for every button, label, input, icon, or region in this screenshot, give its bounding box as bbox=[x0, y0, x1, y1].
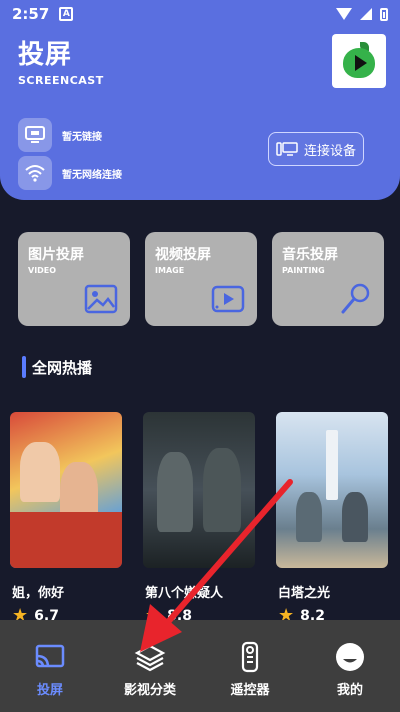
feature-cards: 图片投屏 VIDEO 视频投屏 IMAGE 音乐投屏 PAINTING bbox=[18, 232, 384, 326]
movie-item[interactable]: 白塔之光 ★ 8.2 bbox=[276, 412, 390, 625]
connect-device-label: 连接设备 bbox=[303, 143, 356, 159]
notification-a-icon: A bbox=[59, 7, 74, 21]
wifi-icon bbox=[18, 156, 52, 190]
feature-subtitle: VIDEO bbox=[28, 266, 57, 275]
status-time: 2:57 bbox=[12, 5, 50, 23]
network-status-row: 暂无网络连接 bbox=[18, 156, 122, 190]
layers-icon bbox=[134, 644, 166, 671]
battery-icon bbox=[380, 7, 388, 21]
nav-item-screencast[interactable]: 投屏 bbox=[5, 641, 95, 698]
video-cast-card[interactable]: 视频投屏 IMAGE bbox=[145, 232, 257, 326]
status-bar: 2:57 A bbox=[0, 0, 400, 28]
page-title: 投屏 bbox=[18, 40, 73, 70]
feature-title: 图片投屏 bbox=[28, 247, 84, 263]
movie-list: 姐，你好 ★ 6.7 第八个嫌疑人 ★ 8.8 白塔之光 ★ 8.2 bbox=[10, 412, 390, 625]
cell-signal-icon bbox=[360, 8, 372, 20]
status-icons bbox=[336, 7, 388, 21]
section-accent-bar bbox=[22, 356, 26, 378]
movie-title: 姐，你好 bbox=[12, 586, 65, 601]
apple-play-icon bbox=[340, 42, 378, 80]
movie-poster[interactable] bbox=[143, 412, 255, 568]
feature-title: 视频投屏 bbox=[155, 247, 211, 263]
music-cast-card[interactable]: 音乐投屏 PAINTING bbox=[272, 232, 384, 326]
nav-item-remote[interactable]: 遥控器 bbox=[205, 641, 295, 698]
header-panel: 投屏 SCREENCAST 暂无链接 暂无网络连接 连接设备 bbox=[0, 28, 400, 200]
nav-label: 投屏 bbox=[36, 682, 63, 698]
hot-section-heading: 全网热播 bbox=[22, 356, 92, 378]
page-subtitle: SCREENCAST bbox=[18, 74, 104, 87]
screen-cast-icon bbox=[18, 118, 52, 152]
network-status-label: 暂无网络连接 bbox=[62, 169, 122, 181]
app-logo bbox=[332, 34, 386, 88]
connect-device-button[interactable]: 连接设备 bbox=[268, 132, 364, 166]
nav-label: 我的 bbox=[336, 682, 363, 698]
image-icon bbox=[84, 284, 118, 314]
movie-title: 第八个嫌疑人 bbox=[145, 586, 224, 601]
nav-label: 影视分类 bbox=[123, 682, 176, 698]
profile-icon bbox=[336, 642, 364, 671]
movie-poster[interactable] bbox=[276, 412, 388, 568]
nav-item-categories[interactable]: 影视分类 bbox=[105, 641, 195, 698]
cast-icon bbox=[35, 644, 65, 667]
link-status-label: 暂无链接 bbox=[62, 131, 102, 143]
movie-title: 白塔之光 bbox=[278, 586, 331, 601]
video-icon bbox=[211, 285, 245, 313]
feature-title: 音乐投屏 bbox=[282, 247, 338, 263]
nav-label: 遥控器 bbox=[230, 682, 270, 698]
remote-icon bbox=[241, 641, 259, 672]
nav-item-profile[interactable]: 我的 bbox=[305, 641, 395, 698]
image-cast-card[interactable]: 图片投屏 VIDEO bbox=[18, 232, 130, 326]
hot-section-title: 全网热播 bbox=[32, 358, 93, 377]
microphone-icon bbox=[341, 283, 370, 314]
bottom-nav: 投屏 影视分类 遥控器 我的 bbox=[0, 620, 400, 712]
wifi-signal-icon bbox=[336, 8, 352, 20]
movie-poster[interactable] bbox=[10, 412, 122, 568]
device-icon bbox=[276, 142, 298, 156]
movie-item[interactable]: 第八个嫌疑人 ★ 8.8 bbox=[143, 412, 257, 625]
movie-item[interactable]: 姐，你好 ★ 6.7 bbox=[10, 412, 124, 625]
feature-subtitle: PAINTING bbox=[282, 266, 325, 275]
link-status-row: 暂无链接 bbox=[18, 118, 102, 152]
feature-subtitle: IMAGE bbox=[155, 266, 185, 275]
